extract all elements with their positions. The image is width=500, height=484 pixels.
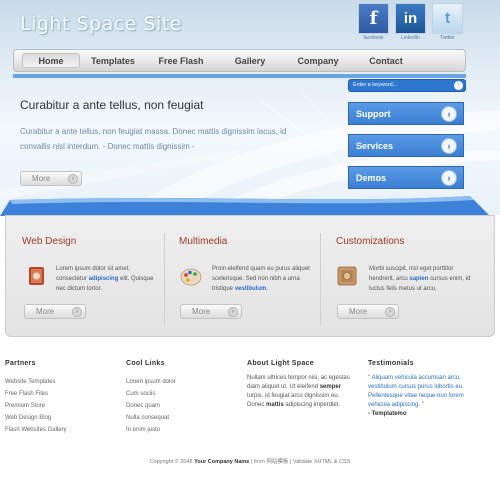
- testimonial-author: - Templatemo: [368, 411, 407, 417]
- book-icon: [29, 267, 44, 285]
- nav-contact[interactable]: Contact: [357, 54, 415, 68]
- more-label: More: [349, 307, 368, 316]
- more-label: More: [32, 174, 51, 183]
- nav-underline: [13, 74, 466, 78]
- feature-text: Morbi suscipit, nisl eget porttitor hend…: [369, 264, 471, 294]
- cool-link[interactable]: Nulla consequat: [126, 412, 176, 424]
- header-bottom-band: [0, 196, 490, 216]
- web-design-more-button[interactable]: More ›: [24, 304, 86, 319]
- arrow-right-icon: ›: [385, 307, 395, 317]
- nav-home[interactable]: Home: [22, 53, 80, 68]
- feature-text-part: .: [266, 286, 269, 292]
- arrow-right-icon: ›: [441, 106, 457, 122]
- multimedia-more-button[interactable]: More ›: [180, 304, 242, 319]
- facebook-icon: f: [358, 3, 389, 34]
- feature-text-highlight[interactable]: vestibulum: [235, 286, 267, 292]
- more-label: More: [192, 307, 211, 316]
- about-text: Nullam ultrices tempor nisi, ac egestas …: [247, 374, 357, 410]
- about-text-bold: semper: [319, 384, 342, 390]
- hero-more-button[interactable]: More ›: [20, 171, 82, 186]
- twitter-link[interactable]: t Twitter: [432, 3, 463, 43]
- main-nav: Home Templates Free Flash Gallery Compan…: [13, 49, 466, 72]
- hero-text: Curabitur a ante tellus, non feugiat mas…: [20, 127, 287, 151]
- twitter-caption: Twitter: [440, 35, 455, 41]
- footer-partners-heading: Partners: [5, 360, 36, 367]
- more-label: More: [36, 307, 55, 316]
- safe-icon: [337, 266, 357, 286]
- feature-text-highlight[interactable]: sapien: [409, 276, 428, 282]
- footer-cool-links-heading: Cool Links: [126, 360, 165, 367]
- linkedin-caption: LinkedIn: [401, 35, 420, 41]
- search-input[interactable]: Enter a keyword... ›: [348, 79, 466, 92]
- cool-links-list: Lorem ipsum dolor Cum sociis Donec quam …: [126, 376, 176, 436]
- facebook-link[interactable]: f facebook: [358, 3, 389, 43]
- footer-testimonials-heading: Testimonials: [368, 360, 414, 367]
- feature-title-customizations: Customizations: [336, 236, 405, 247]
- facebook-caption: facebook: [363, 35, 384, 41]
- feature-title-web-design: Web Design: [22, 236, 77, 247]
- support-label: Support: [356, 109, 391, 119]
- demos-button[interactable]: Demos ›: [348, 166, 464, 189]
- site-title[interactable]: Light Space Site: [20, 13, 182, 35]
- arrow-right-icon: ›: [441, 138, 457, 154]
- demos-label: Demos: [356, 173, 387, 183]
- feature-text: Lorem ipsum dolor sit amet, consectetur …: [56, 264, 158, 294]
- twitter-icon: t: [432, 3, 463, 34]
- nav-company[interactable]: Company: [289, 54, 347, 68]
- footer-about-heading: About Light Space: [247, 360, 314, 367]
- copyright-text: | from 网站模板 | Validate XHTML & CSS: [249, 459, 351, 465]
- services-button[interactable]: Services ›: [348, 134, 464, 157]
- cool-link[interactable]: Cum sociis: [126, 388, 176, 400]
- arrow-right-icon: ›: [72, 307, 82, 317]
- about-text-bold: mattis: [266, 402, 284, 408]
- feature-text-highlight[interactable]: adipiscing: [89, 276, 119, 282]
- partner-link[interactable]: Website Templates: [5, 376, 67, 388]
- support-button[interactable]: Support ›: [348, 102, 464, 125]
- palette-icon: [180, 268, 202, 286]
- search-placeholder: Enter a keyword...: [353, 82, 398, 88]
- nav-templates[interactable]: Templates: [84, 54, 142, 68]
- cool-link[interactable]: In enim justo: [126, 424, 176, 436]
- arrow-right-icon: ›: [68, 174, 78, 184]
- partner-link[interactable]: Web Design Blog: [5, 412, 67, 424]
- company-name-link[interactable]: Your Company Name: [194, 459, 249, 465]
- arrow-right-icon: ›: [441, 170, 457, 186]
- partner-link[interactable]: Free Flash Files: [5, 388, 67, 400]
- copyright: Copyright © 2048 Your Company Name | fro…: [0, 457, 500, 465]
- search-go-icon[interactable]: ›: [454, 81, 463, 90]
- linkedin-icon: in: [395, 3, 426, 34]
- cool-link[interactable]: Donec quam: [126, 400, 176, 412]
- arrow-right-icon: ›: [228, 307, 238, 317]
- hero-title: Curabitur a ante tellus, non feugiat: [20, 98, 204, 112]
- testimonial-text: " Aliquam vehicula accumsan arcu, vestib…: [368, 374, 480, 419]
- about-text-part: adipiscing imperdiet.: [283, 402, 341, 408]
- testimonial-quote: " Aliquam vehicula accumsan arcu, vestib…: [368, 375, 464, 408]
- nav-free-flash[interactable]: Free Flash: [152, 54, 210, 68]
- linkedin-link[interactable]: in LinkedIn: [395, 3, 426, 43]
- column-divider: [320, 233, 321, 325]
- column-divider: [164, 233, 165, 325]
- partner-link[interactable]: Flash Websites Gallery: [5, 424, 67, 436]
- copyright-text: Copyright © 2048: [149, 459, 195, 465]
- cool-link[interactable]: Lorem ipsum dolor: [126, 376, 176, 388]
- partners-list: Website Templates Free Flash Files Premi…: [5, 376, 67, 436]
- services-label: Services: [356, 141, 394, 151]
- partner-link[interactable]: Premium Store: [5, 400, 67, 412]
- feature-title-multimedia: Multimedia: [179, 236, 228, 247]
- customizations-more-button[interactable]: More ›: [337, 304, 399, 319]
- nav-gallery[interactable]: Gallery: [221, 54, 279, 68]
- feature-text: Proin eleifend quam eu purus aliquet sce…: [212, 264, 314, 294]
